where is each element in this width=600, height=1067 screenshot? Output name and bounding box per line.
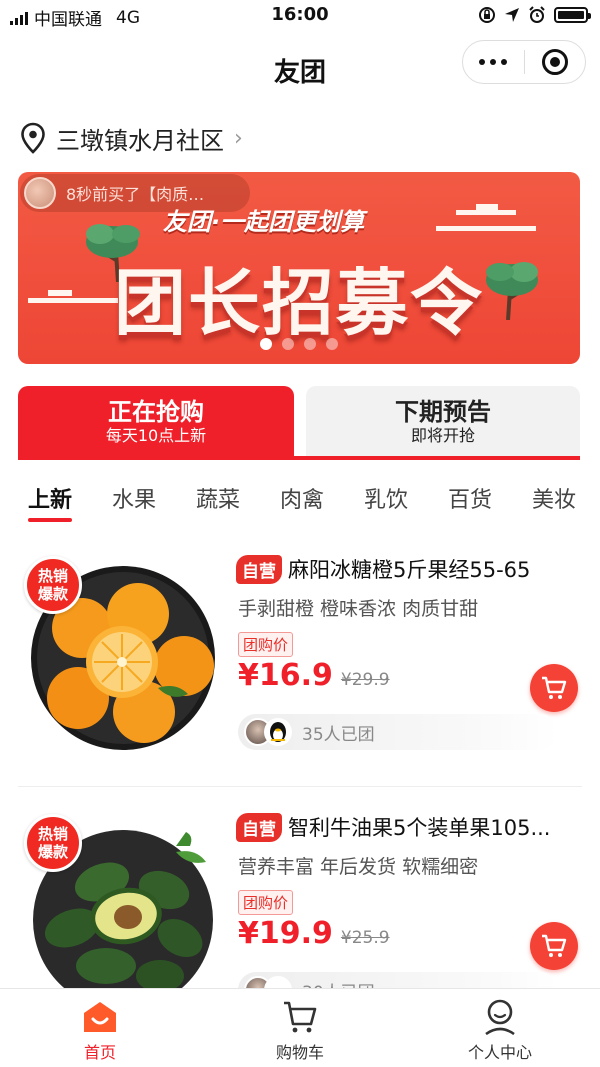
nav-bar: 友团 bbox=[0, 30, 600, 110]
category-item[interactable]: 上新 bbox=[28, 482, 72, 514]
pagination-dot[interactable] bbox=[304, 338, 316, 350]
joined-avatars bbox=[244, 718, 292, 746]
current-price: ¥16.9 bbox=[238, 658, 333, 693]
product-tags: 营养丰富 年后发货 软糯细密 bbox=[238, 856, 479, 878]
location-arrow-icon bbox=[505, 8, 519, 22]
group-joined-bar: 35人已团 bbox=[238, 714, 558, 750]
lock-rotation-icon bbox=[479, 7, 495, 23]
tab-underline bbox=[18, 456, 580, 460]
category-bar: 上新 水果 蔬菜 肉禽 乳饮 百货 美妆 bbox=[0, 478, 600, 526]
product-card[interactable]: 热销 爆款 自营 麻阳冰糖橙5斤果经55-65 手剥甜橙 橙味香浓 肉质甘甜 团购… bbox=[0, 536, 600, 776]
home-icon bbox=[0, 999, 200, 1035]
category-item[interactable]: 蔬菜 bbox=[196, 482, 240, 514]
pagination-dot[interactable] bbox=[282, 338, 294, 350]
self-operated-badge: 自营 bbox=[236, 812, 282, 842]
tab-title: 正在抢购 bbox=[108, 398, 204, 426]
category-item[interactable]: 百货 bbox=[448, 482, 492, 514]
battery-icon bbox=[554, 7, 591, 23]
product-title: 智利牛油果5个装单果105... bbox=[288, 816, 551, 840]
banner-headline: 团长招募令 bbox=[113, 261, 484, 345]
product-tags: 手剥甜橙 橙味香浓 肉质甘甜 bbox=[238, 598, 479, 620]
tab-next-preview[interactable]: 下期预告 即将开抢 bbox=[306, 386, 580, 456]
hot-sale-badge: 热销 爆款 bbox=[24, 814, 82, 872]
penguin-icon bbox=[270, 722, 286, 742]
alarm-icon bbox=[529, 6, 545, 23]
more-icon[interactable] bbox=[463, 59, 524, 65]
avatar bbox=[264, 718, 292, 746]
tab-profile[interactable]: 个人中心 bbox=[400, 999, 600, 1063]
tab-cart[interactable]: 购物车 bbox=[200, 999, 400, 1063]
cart-icon bbox=[200, 999, 400, 1035]
tab-title: 下期预告 bbox=[395, 398, 491, 426]
buyer-avatar bbox=[24, 177, 56, 209]
location-selector[interactable]: 三墩镇水月社区 › bbox=[20, 118, 243, 158]
banner-pagination[interactable] bbox=[18, 338, 580, 350]
card-divider bbox=[18, 786, 582, 787]
add-to-cart-button[interactable] bbox=[530, 922, 578, 970]
user-icon bbox=[400, 999, 600, 1035]
price-row: ¥19.9 ¥25.9 bbox=[238, 916, 390, 951]
tab-home[interactable]: 首页 bbox=[0, 999, 200, 1063]
category-underline bbox=[28, 518, 72, 522]
product-title-row: 自营 智利牛油果5个装单果105... bbox=[236, 812, 586, 842]
decor-cloud-right bbox=[436, 204, 536, 231]
pagination-dot[interactable] bbox=[260, 338, 272, 350]
self-operated-badge: 自营 bbox=[236, 554, 282, 584]
chevron-right-icon: › bbox=[234, 125, 243, 151]
close-miniprogram-button[interactable] bbox=[524, 49, 585, 75]
product-title-row: 自营 麻阳冰糖橙5斤果经55-65 bbox=[236, 554, 586, 584]
cart-icon bbox=[542, 934, 567, 957]
status-right bbox=[478, 6, 591, 24]
tab-label: 购物车 bbox=[275, 1043, 324, 1062]
tab-subtitle: 每天10点上新 bbox=[105, 426, 207, 445]
hot-sale-badge: 热销 爆款 bbox=[24, 556, 82, 614]
tab-subtitle: 即将开抢 bbox=[410, 426, 475, 445]
location-name: 三墩镇水月社区 bbox=[56, 126, 224, 155]
price-row: ¥16.9 ¥29.9 bbox=[238, 658, 390, 693]
category-item[interactable]: 水果 bbox=[112, 482, 156, 514]
status-bar: 中国联通 4G 16:00 bbox=[0, 0, 600, 30]
product-title: 麻阳冰糖橙5斤果经55-65 bbox=[288, 558, 531, 582]
add-to-cart-button[interactable] bbox=[530, 664, 578, 712]
target-icon bbox=[541, 49, 568, 75]
category-item[interactable]: 乳饮 bbox=[364, 482, 408, 514]
group-price-label: 团购价 bbox=[238, 890, 294, 915]
banner-subtitle: 友团·一起团更划算 bbox=[163, 208, 365, 236]
bottom-tab-bar: 首页 购物车 个人中心 bbox=[0, 988, 600, 1067]
tab-label: 首页 bbox=[83, 1043, 116, 1062]
category-item[interactable]: 肉禽 bbox=[280, 482, 324, 514]
current-price: ¥19.9 bbox=[238, 916, 333, 951]
group-price-label: 团购价 bbox=[238, 632, 294, 657]
sale-tabs: 正在抢购 每天10点上新 下期预告 即将开抢 bbox=[18, 386, 580, 460]
promo-banner[interactable]: 8秒前买了【肉质… 友团·一起团更划算 团长招募令 bbox=[18, 172, 580, 364]
original-price: ¥25.9 bbox=[340, 928, 390, 948]
category-item[interactable]: 美妆 bbox=[532, 482, 576, 514]
pagination-dot[interactable] bbox=[326, 338, 338, 350]
location-pin-icon bbox=[21, 122, 45, 154]
miniprogram-capsule bbox=[462, 40, 586, 84]
original-price: ¥29.9 bbox=[340, 670, 390, 690]
tab-on-sale[interactable]: 正在抢购 每天10点上新 bbox=[18, 386, 294, 460]
joined-count: 35人已团 bbox=[302, 724, 375, 745]
cart-icon bbox=[542, 676, 567, 699]
tab-label: 个人中心 bbox=[467, 1043, 532, 1062]
